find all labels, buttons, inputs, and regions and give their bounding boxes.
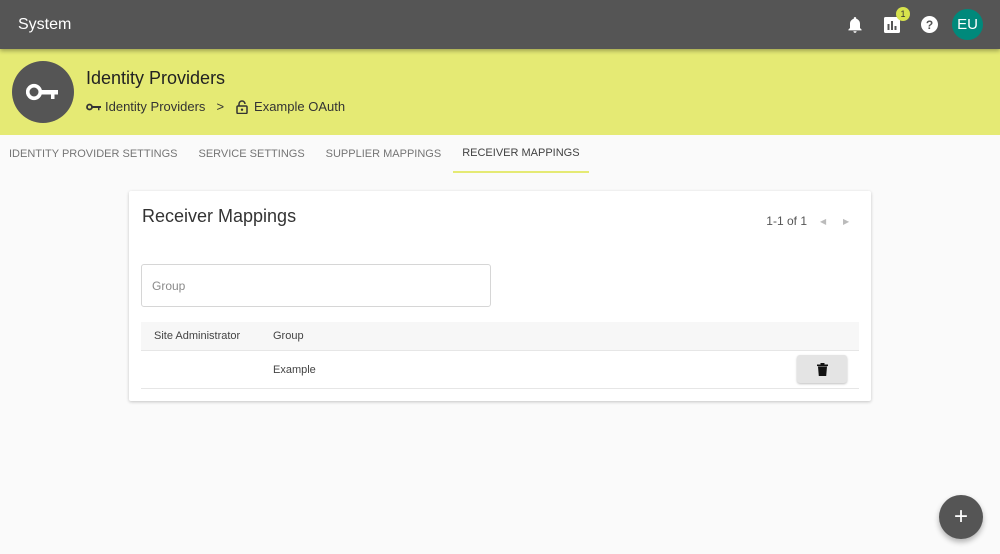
svg-text:?: ? [925, 18, 932, 32]
delete-button[interactable] [797, 355, 847, 383]
next-page-icon[interactable]: ▶ [843, 217, 853, 226]
tab-receiver-mappings[interactable]: Receiver Mappings [453, 135, 589, 173]
page-header: Identity Providers Identity Providers > … [0, 49, 1000, 135]
cell-group: Example [273, 363, 316, 376]
key-icon [86, 103, 101, 110]
breadcrumb-separator: > [216, 99, 225, 114]
pagination-range: 1-1 of 1 [766, 214, 807, 228]
chart-icon[interactable]: 1 [880, 6, 910, 37]
breadcrumb-example-oauth[interactable]: Example OAuth [236, 99, 345, 114]
user-avatar[interactable]: EU [952, 9, 983, 40]
plus-icon: + [953, 503, 968, 530]
column-header-site-administrator: Site Administrator [154, 330, 241, 342]
tab-supplier-mappings[interactable]: Supplier Mappings [317, 135, 451, 173]
receiver-mappings-card: Receiver Mappings 1-1 of 1 ◀ ▶ Site Admi… [129, 191, 871, 401]
breadcrumb-identity-providers[interactable]: Identity Providers [86, 99, 205, 114]
key-icon [12, 61, 74, 123]
column-header-group: Group [273, 330, 304, 342]
card-title: Receiver Mappings [142, 206, 297, 226]
top-app-bar: System 1 ? EU [0, 0, 1000, 49]
mappings-table: Site Administrator Group Example [141, 322, 859, 389]
bell-icon[interactable] [843, 13, 867, 37]
table-header: Site Administrator Group [141, 322, 859, 351]
table-row: Example [141, 351, 859, 389]
tab-bar: Identity Provider Settings Service Setti… [0, 135, 592, 173]
breadcrumb-label: Example OAuth [254, 99, 346, 114]
tab-identity-provider-settings[interactable]: Identity Provider Settings [0, 135, 187, 173]
notification-badge: 1 [896, 6, 910, 21]
help-icon[interactable]: ? [917, 13, 941, 37]
trash-icon [816, 362, 828, 376]
lock-open-icon [236, 99, 248, 114]
prev-page-icon[interactable]: ◀ [820, 217, 830, 226]
add-button[interactable]: + [939, 495, 983, 539]
group-input[interactable] [141, 264, 491, 307]
breadcrumb: Identity Providers > Example OAuth [86, 99, 345, 114]
top-actions: 1 ? EU [830, 0, 983, 49]
pagination: 1-1 of 1 ◀ ▶ [766, 214, 853, 228]
app-title: System [18, 15, 72, 33]
breadcrumb-label: Identity Providers [105, 99, 206, 114]
page-title: Identity Providers [86, 68, 226, 88]
tab-service-settings[interactable]: Service Settings [190, 135, 314, 173]
